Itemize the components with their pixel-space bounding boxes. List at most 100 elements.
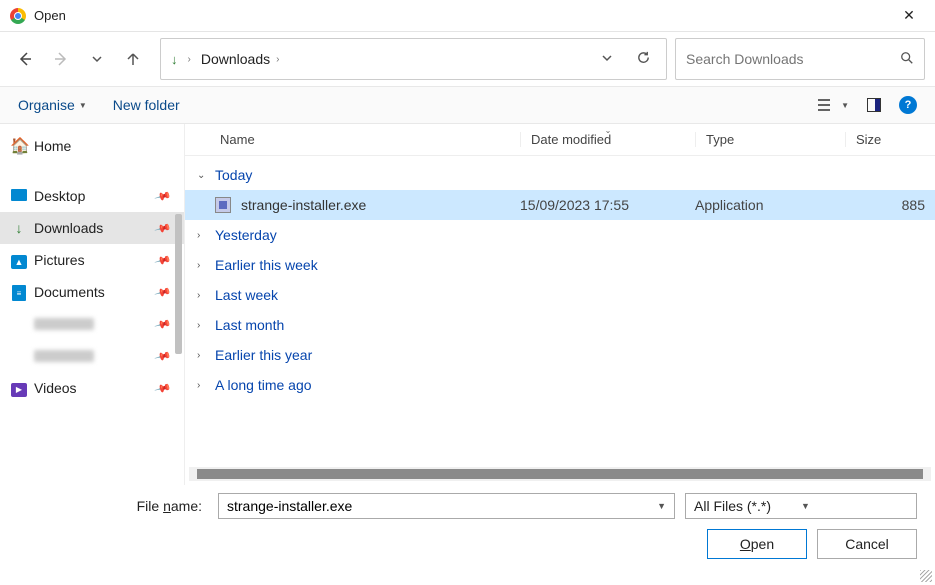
- downloads-icon: ↓: [10, 220, 28, 236]
- sidebar-item-home[interactable]: 🏠 Home: [0, 130, 184, 162]
- sidebar-item-redacted[interactable]: 📌: [0, 308, 184, 340]
- group-label: A long time ago: [215, 377, 312, 393]
- address-bar[interactable]: ↓ › Downloads ›: [160, 38, 667, 80]
- main-area: 🏠 Home Desktop 📌 ↓ Downloads 📌 ▲ Picture…: [0, 124, 935, 485]
- sidebar-item-redacted[interactable]: 📌: [0, 340, 184, 372]
- chevron-right-icon: ›: [197, 380, 207, 391]
- sidebar-item-desktop[interactable]: Desktop 📌: [0, 180, 184, 212]
- help-button[interactable]: ?: [899, 96, 917, 114]
- column-header-date[interactable]: ⌄ Date modified: [520, 132, 695, 147]
- title-bar: Open ✕: [0, 0, 935, 32]
- new-folder-label: New folder: [113, 97, 180, 113]
- chevron-right-icon: ›: [197, 350, 207, 361]
- group-last-week[interactable]: › Last week: [185, 280, 935, 310]
- view-options-button[interactable]: [813, 94, 835, 116]
- sidebar: 🏠 Home Desktop 📌 ↓ Downloads 📌 ▲ Picture…: [0, 124, 185, 485]
- new-folder-button[interactable]: New folder: [113, 97, 180, 113]
- breadcrumb-item[interactable]: Downloads: [201, 51, 270, 67]
- group-earlier-week[interactable]: ›Earlier this week: [185, 250, 935, 280]
- chevron-down-icon: ▼: [79, 101, 87, 110]
- close-button[interactable]: ✕: [893, 0, 925, 32]
- filename-label: File name:: [18, 498, 208, 514]
- column-headers: Name ⌄ Date modified Type Size: [185, 124, 935, 156]
- cancel-button[interactable]: Cancel: [817, 529, 917, 559]
- column-header-name[interactable]: Name: [185, 132, 520, 147]
- column-header-type[interactable]: Type: [695, 132, 845, 147]
- window-title: Open: [34, 8, 893, 23]
- file-size: 885: [845, 197, 935, 213]
- open-button[interactable]: Open: [707, 529, 807, 559]
- file-name-cell: strange-installer.exe: [185, 197, 520, 213]
- column-header-size[interactable]: Size: [845, 132, 935, 147]
- chevron-right-icon[interactable]: ›: [276, 54, 279, 65]
- chevron-down-icon[interactable]: ▼: [841, 101, 849, 110]
- file-type: Application: [695, 197, 845, 213]
- toolbar-right: ▼ ?: [813, 94, 917, 116]
- group-last-month[interactable]: ›Last month: [185, 310, 935, 340]
- search-input[interactable]: [686, 51, 900, 67]
- desktop-icon: [10, 188, 28, 204]
- organise-label: Organise: [18, 97, 75, 113]
- sort-indicator-icon: ⌄: [605, 126, 612, 135]
- search-box[interactable]: [675, 38, 925, 80]
- sidebar-label: Pictures: [34, 252, 85, 268]
- group-yesterday[interactable]: › Yesterday: [185, 220, 935, 250]
- filename-combobox[interactable]: ▼: [218, 493, 675, 519]
- sidebar-label: [34, 318, 94, 330]
- horizontal-scrollbar[interactable]: [189, 467, 931, 481]
- chevron-right-icon[interactable]: ›: [188, 54, 191, 65]
- group-label: Earlier this week: [215, 257, 318, 273]
- file-type-filter[interactable]: All Files (*.*) ▼: [685, 493, 917, 519]
- forward-button[interactable]: [46, 44, 76, 74]
- sidebar-item-downloads[interactable]: ↓ Downloads 📌: [0, 212, 184, 244]
- file-row[interactable]: strange-installer.exe 15/09/2023 17:55 A…: [185, 190, 935, 220]
- group-earlier-year[interactable]: ›Earlier this year: [185, 340, 935, 370]
- application-icon: [215, 197, 231, 213]
- group-label: Today: [215, 167, 252, 183]
- sidebar-item-documents[interactable]: ≡ Documents 📌: [0, 276, 184, 308]
- pin-icon: 📌: [154, 219, 172, 237]
- refresh-button[interactable]: [630, 50, 656, 68]
- sidebar-label: Home: [34, 138, 71, 154]
- chevron-down-icon: ⌄: [197, 170, 207, 181]
- bottom-panel: File name: ▼ All Files (*.*) ▼ Open Canc…: [0, 485, 935, 585]
- chevron-down-icon: ▼: [801, 501, 908, 511]
- preview-pane-button[interactable]: [863, 94, 885, 116]
- home-icon: 🏠: [10, 136, 28, 156]
- chevron-right-icon: ›: [197, 290, 207, 301]
- resize-grip[interactable]: [920, 570, 932, 582]
- toolbar: Organise ▼ New folder ▼ ?: [0, 86, 935, 124]
- sidebar-scrollbar[interactable]: [175, 214, 182, 354]
- back-button[interactable]: [10, 44, 40, 74]
- file-list: ⌄ Today strange-installer.exe 15/09/2023…: [185, 156, 935, 467]
- up-button[interactable]: [118, 44, 148, 74]
- nav-buttons: [10, 44, 148, 74]
- organise-menu[interactable]: Organise ▼: [18, 97, 87, 113]
- group-long-ago[interactable]: › A long time ago: [185, 370, 935, 400]
- videos-icon: ▶: [10, 379, 28, 397]
- group-label: Yesterday: [215, 227, 277, 243]
- sidebar-item-pictures[interactable]: ▲ Pictures 📌: [0, 244, 184, 276]
- pin-icon: 📌: [154, 187, 172, 205]
- chevron-down-icon[interactable]: ▼: [657, 501, 666, 511]
- chevron-right-icon: ›: [197, 230, 207, 241]
- chevron-right-icon: ›: [197, 320, 207, 331]
- file-date: 15/09/2023 17:55: [520, 197, 695, 213]
- file-list-panel: Name ⌄ Date modified Type Size ⌄ Today s…: [185, 124, 935, 485]
- pictures-icon: ▲: [10, 252, 28, 269]
- pin-icon: 📌: [154, 315, 172, 333]
- group-today[interactable]: ⌄ Today: [185, 160, 935, 190]
- breadcrumb: Downloads ›: [201, 51, 584, 67]
- file-name: strange-installer.exe: [241, 197, 366, 213]
- group-label: Last week: [215, 287, 278, 303]
- filename-input[interactable]: [227, 498, 657, 514]
- chrome-icon: [10, 8, 26, 24]
- search-icon[interactable]: [900, 51, 914, 68]
- address-dropdown-button[interactable]: [594, 52, 620, 67]
- sidebar-item-videos[interactable]: ▶ Videos 📌: [0, 372, 184, 404]
- sidebar-label: Desktop: [34, 188, 85, 204]
- documents-icon: ≡: [10, 283, 28, 302]
- recent-dropdown-button[interactable]: [82, 44, 112, 74]
- sidebar-label: Videos: [34, 380, 77, 396]
- filename-row: File name: ▼ All Files (*.*) ▼: [18, 493, 917, 519]
